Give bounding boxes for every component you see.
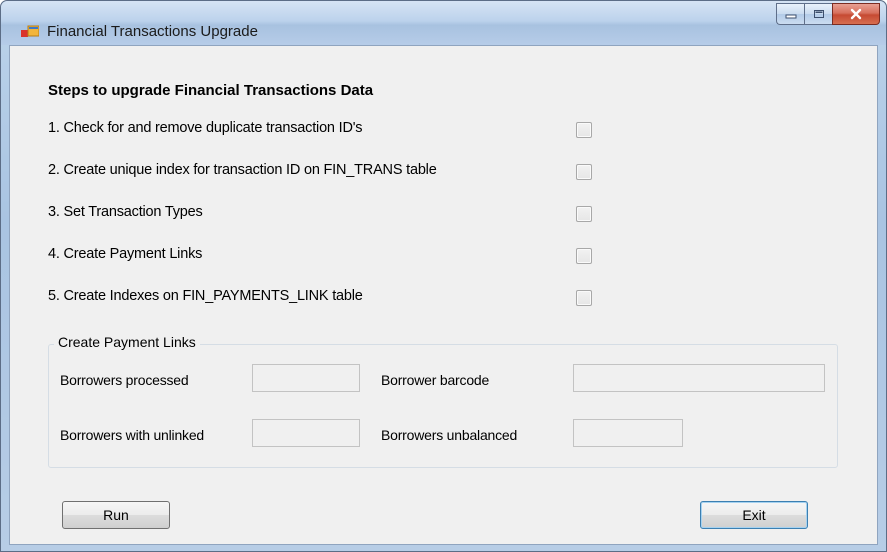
exit-button[interactable]: Exit [700, 501, 808, 529]
step-1-checkbox[interactable] [576, 122, 592, 138]
app-icon [21, 25, 39, 37]
step-4-checkbox[interactable] [576, 248, 592, 264]
borrowers-processed-field[interactable] [252, 364, 360, 392]
close-icon [850, 8, 862, 20]
step-2-checkbox[interactable] [576, 164, 592, 180]
close-button[interactable] [832, 3, 880, 25]
borrowers-unbalanced-field[interactable] [573, 419, 683, 447]
borrowers-with-unlinked-label: Borrowers with unlinked [60, 427, 205, 443]
step-3-label: 3. Set Transaction Types [48, 204, 203, 220]
payment-links-group-title: Create Payment Links [54, 334, 200, 350]
borrowers-processed-label: Borrowers processed [60, 372, 189, 388]
borrower-barcode-label: Borrower barcode [381, 372, 490, 388]
step-2-label: 2. Create unique index for transaction I… [48, 162, 437, 178]
borrower-barcode-field[interactable] [573, 364, 825, 392]
payment-links-groupbox [48, 344, 838, 468]
minimize-button[interactable] [776, 3, 804, 25]
borrowers-with-unlinked-field[interactable] [252, 419, 360, 447]
step-5-label: 5. Create Indexes on FIN_PAYMENTS_LINK t… [48, 288, 363, 304]
minimize-icon [785, 14, 796, 19]
maximize-icon [813, 10, 824, 18]
borrowers-unbalanced-label: Borrowers unbalanced [381, 427, 518, 443]
step-5-checkbox[interactable] [576, 290, 592, 306]
app-window: Financial Transactions Upgrade Steps to [0, 0, 887, 552]
window-title: Financial Transactions Upgrade [47, 23, 258, 40]
run-button[interactable]: Run [62, 501, 170, 529]
client-area: Steps to upgrade Financial Transactions … [9, 45, 878, 545]
maximize-button[interactable] [804, 3, 832, 25]
steps-heading: Steps to upgrade Financial Transactions … [48, 82, 374, 99]
title-bar[interactable]: Financial Transactions Upgrade [1, 1, 886, 45]
step-4-label: 4. Create Payment Links [48, 246, 203, 262]
step-3-checkbox[interactable] [576, 206, 592, 222]
step-1-label: 1. Check for and remove duplicate transa… [48, 120, 363, 136]
window-controls [776, 3, 880, 25]
